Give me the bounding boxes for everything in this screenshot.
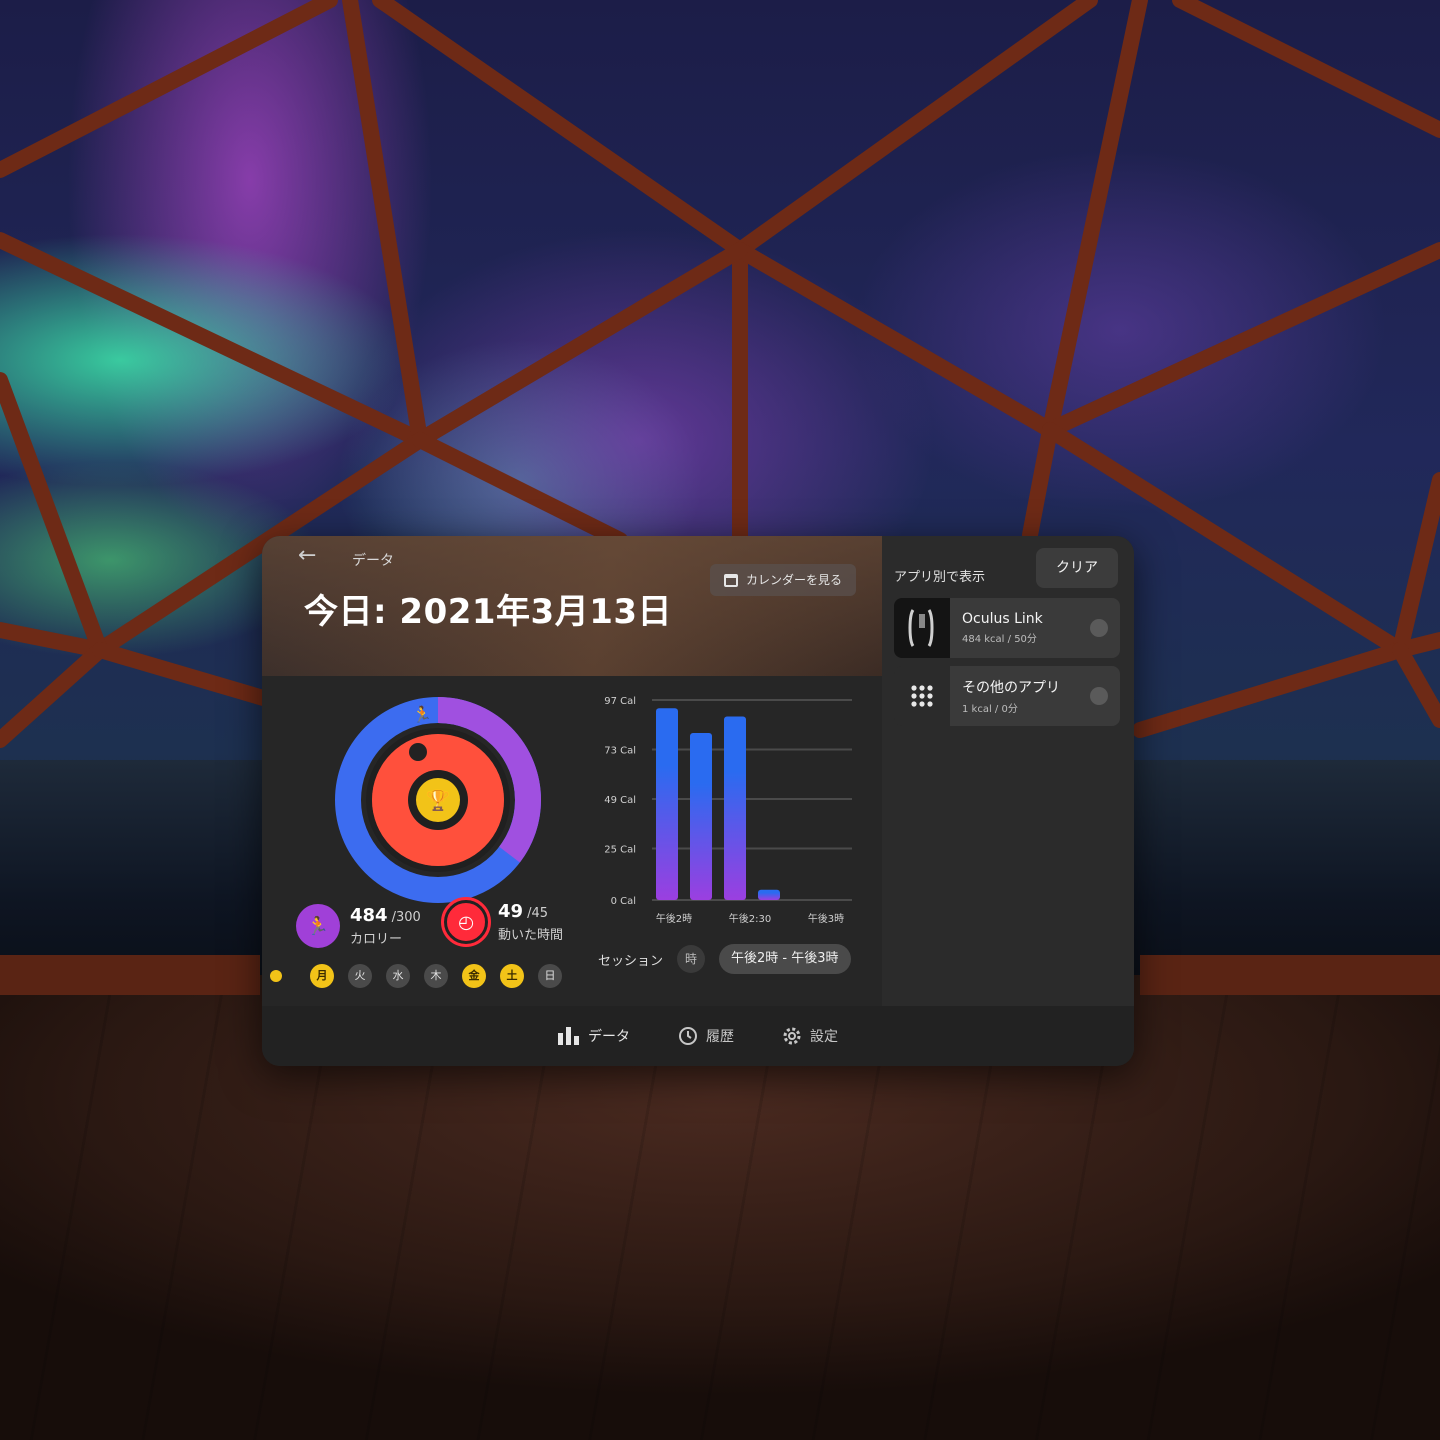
session-range-button[interactable]: 午後2時 - 午後3時 bbox=[719, 944, 851, 974]
day-3: 木 bbox=[424, 964, 448, 988]
filter-by-app-label: アプリ別で表示 bbox=[894, 570, 986, 585]
gear-icon bbox=[783, 1027, 801, 1045]
app-select-radio[interactable] bbox=[1090, 687, 1108, 705]
calories-stat: 🏃 484/300 カロリー bbox=[296, 904, 421, 948]
oculus-link-icon bbox=[894, 598, 950, 658]
session-label: セッション bbox=[598, 953, 664, 969]
app-item-other-apps[interactable]: その他のアプリ 1 kcal / 0分 bbox=[894, 666, 1120, 726]
arrow-left-icon: ← bbox=[298, 543, 317, 568]
grid-icon bbox=[894, 666, 950, 726]
nav-history[interactable]: 履歴 bbox=[678, 1026, 734, 1046]
x-tick-label: 午後2時 bbox=[656, 912, 692, 925]
minutes-goal: /45 bbox=[527, 906, 548, 921]
app-filter-panel: アプリ別で表示 クリア Oculus Link 484 kcal / 50分 そ… bbox=[882, 536, 1134, 1006]
clear-button[interactable]: クリア bbox=[1036, 548, 1118, 588]
y-tick-label: 49 Cal bbox=[604, 795, 636, 806]
app-select-radio[interactable] bbox=[1090, 619, 1108, 637]
runner-icon-ring: 🏃 bbox=[412, 705, 432, 724]
fitness-panel: ← データ 今日: 2021年3月13日 カレンダーを見る 🏆 🏃 🏃 484/… bbox=[262, 536, 1134, 1066]
calorie-bar[interactable] bbox=[690, 732, 712, 900]
calorie-bar[interactable] bbox=[758, 889, 780, 900]
day-5: 土 bbox=[500, 964, 524, 988]
day-6: 日 bbox=[538, 964, 562, 988]
y-tick-label: 0 Cal bbox=[611, 896, 636, 907]
calorie-bar[interactable] bbox=[724, 716, 746, 900]
page-title: 今日: 2021年3月13日 bbox=[304, 592, 673, 632]
session-row: セッション 時 午後2時 - 午後3時 bbox=[598, 944, 851, 974]
trophy-icon: 🏆 bbox=[426, 788, 451, 812]
nav-settings[interactable]: 設定 bbox=[782, 1026, 838, 1046]
day-2: 水 bbox=[386, 964, 410, 988]
today-dot bbox=[270, 970, 282, 982]
clock-icon: ◴ bbox=[441, 897, 491, 947]
nav-history-label: 履歴 bbox=[706, 1029, 734, 1045]
calorie-bar-chart: 97 Cal 73 Cal 49 Cal 25 Cal 0 Cal 午後2時 午後2:30 午… bbox=[604, 696, 852, 925]
calendar-icon bbox=[724, 573, 738, 587]
runner-icon: 🏃 bbox=[296, 904, 340, 948]
bar-chart-icon bbox=[558, 1027, 579, 1045]
view-calendar-button[interactable]: カレンダーを見る bbox=[710, 564, 857, 596]
calories-goal: /300 bbox=[391, 910, 421, 925]
y-tick-label: 25 Cal bbox=[604, 844, 636, 855]
minutes-label: 動いた時間 bbox=[498, 928, 564, 943]
y-tick-label: 97 Cal bbox=[604, 696, 636, 707]
breadcrumb: データ bbox=[352, 553, 394, 569]
activity-ring: 🏆 🏃 bbox=[335, 697, 541, 903]
calories-label: カロリー bbox=[350, 932, 403, 947]
nav-data[interactable]: データ bbox=[558, 1026, 630, 1046]
bottom-navigation: データ 履歴 設定 bbox=[262, 1006, 1134, 1066]
calories-value: 484 bbox=[350, 905, 388, 926]
day-4: 金 bbox=[462, 964, 486, 988]
day-1: 火 bbox=[348, 964, 372, 988]
minutes-value: 49 bbox=[498, 901, 524, 922]
minutes-stat: ◴ 49/45 動いた時間 bbox=[441, 897, 564, 947]
app-item-oculus-link[interactable]: Oculus Link 484 kcal / 50分 bbox=[894, 598, 1120, 658]
nav-data-label: データ bbox=[588, 1029, 630, 1045]
session-chip[interactable]: 時 bbox=[677, 945, 706, 973]
calorie-bar[interactable] bbox=[656, 708, 678, 900]
back-button[interactable]: ← bbox=[298, 544, 328, 568]
view-calendar-label: カレンダーを見る bbox=[746, 573, 843, 587]
week-days: 月火水木金土日 bbox=[270, 964, 562, 988]
y-tick-label: 73 Cal bbox=[604, 745, 636, 756]
clock-icon-ring bbox=[409, 743, 427, 761]
history-icon bbox=[679, 1027, 697, 1045]
x-tick-label: 午後3時 bbox=[808, 912, 844, 925]
x-tick-label: 午後2:30 bbox=[729, 912, 771, 925]
nav-settings-label: 設定 bbox=[810, 1029, 838, 1045]
day-0: 月 bbox=[310, 964, 334, 988]
